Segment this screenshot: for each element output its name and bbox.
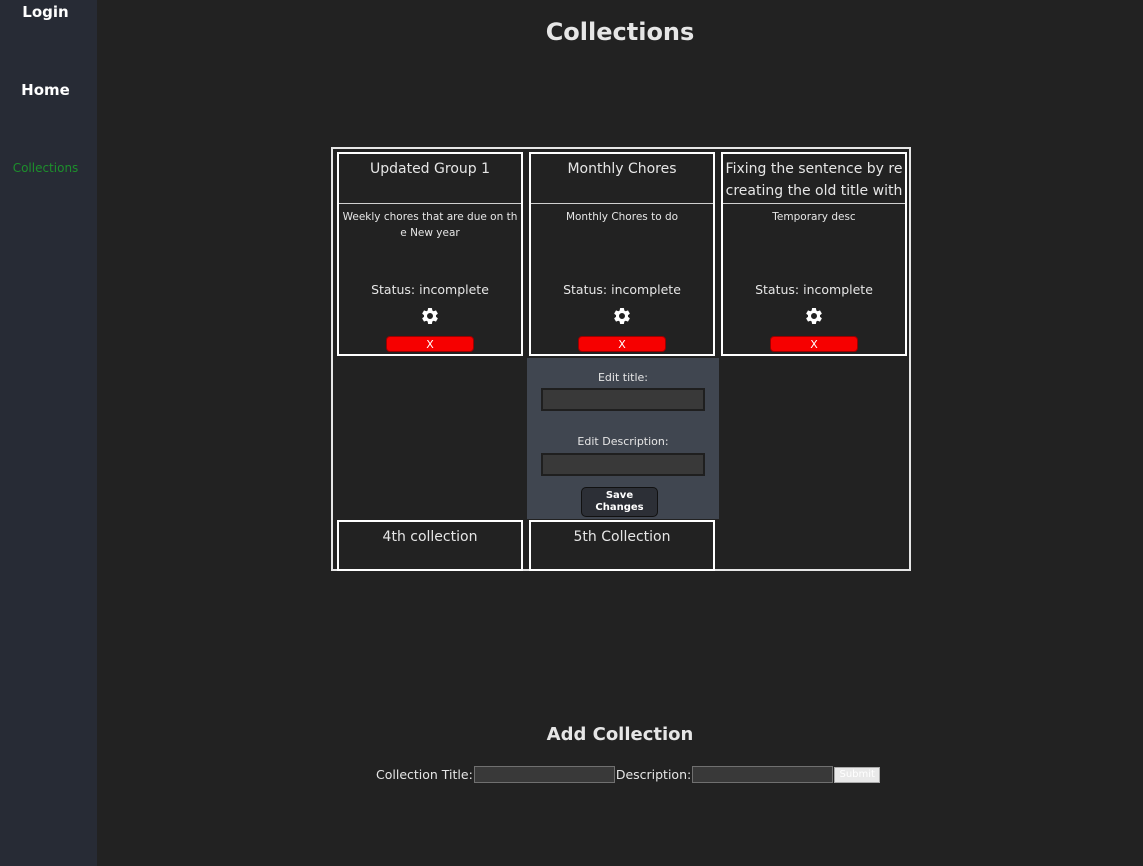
- delete-collection-button[interactable]: X: [386, 336, 474, 352]
- collection-status: Status: incomplete: [755, 282, 873, 297]
- collections-grid: Updated Group 1 Weekly chores that are d…: [331, 147, 911, 571]
- card-title-box: 4th collection: [339, 522, 521, 569]
- collection-title: 5th Collection: [573, 529, 671, 545]
- collection-title-input[interactable]: [473, 766, 615, 783]
- collection-description: Monthly Chores to do: [565, 211, 679, 223]
- save-changes-button[interactable]: Save Changes: [581, 487, 658, 517]
- collection-card: Fixing the sentence by recreating the ol…: [721, 152, 907, 356]
- collection-title: Monthly Chores: [567, 161, 677, 177]
- collection-status: Status: incomplete: [563, 282, 681, 297]
- submit-button[interactable]: Submit: [834, 766, 881, 783]
- edit-title-label: Edit title:: [597, 371, 648, 384]
- collection-card: Monthly Chores Monthly Chores to do Stat…: [529, 152, 715, 356]
- gear-wrap: [339, 306, 521, 326]
- card-title-box: Updated Group 1: [339, 154, 521, 204]
- edit-description-label: Edit Description:: [577, 435, 669, 448]
- nav-login-link[interactable]: Login: [0, 3, 91, 21]
- collection-card: 4th collection: [337, 520, 523, 571]
- sidebar: Login Home Collections: [0, 0, 97, 866]
- add-collection-form: Collection Title: Description: Submit: [376, 766, 881, 783]
- collection-title-label: Collection Title:: [376, 767, 473, 782]
- page-title: Collections: [545, 18, 695, 46]
- collection-description: Temporary desc: [772, 211, 856, 223]
- nav-home-link[interactable]: Home: [0, 81, 91, 99]
- gear-wrap: [531, 306, 713, 326]
- collection-card: 5th Collection: [529, 520, 715, 571]
- description-input[interactable]: [692, 766, 834, 783]
- card-title-box: 5th Collection: [531, 522, 713, 569]
- nav-collections-link[interactable]: Collections: [0, 161, 91, 175]
- gear-wrap: [723, 306, 905, 326]
- collection-card: Updated Group 1 Weekly chores that are d…: [337, 152, 523, 356]
- gear-icon[interactable]: [612, 306, 632, 326]
- edit-title-input[interactable]: [541, 388, 705, 411]
- edit-description-input[interactable]: [541, 453, 705, 476]
- delete-collection-button[interactable]: X: [578, 336, 666, 352]
- card-title-box: Fixing the sentence by recreating the ol…: [723, 154, 905, 204]
- edit-collection-panel: Edit title: Edit Description: Save Chang…: [527, 358, 719, 519]
- card-title-box: Monthly Chores: [531, 154, 713, 204]
- add-collection-heading: Add Collection: [546, 724, 694, 745]
- description-label: Description:: [615, 767, 692, 782]
- delete-collection-button[interactable]: X: [770, 336, 858, 352]
- collection-title: 4th collection: [382, 529, 478, 545]
- collection-title: Fixing the sentence by recreating the ol…: [725, 161, 903, 199]
- collection-description: Weekly chores that are due on the New ye…: [342, 211, 518, 239]
- collection-status: Status: incomplete: [371, 282, 489, 297]
- gear-icon[interactable]: [420, 306, 440, 326]
- collection-title: Updated Group 1: [369, 161, 491, 177]
- gear-icon[interactable]: [804, 306, 824, 326]
